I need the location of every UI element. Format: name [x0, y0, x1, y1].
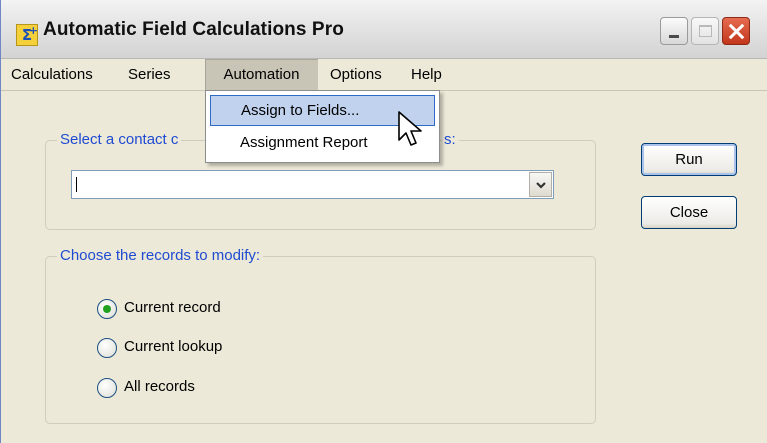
close-window-button[interactable] [722, 17, 750, 45]
radio-current-lookup-label: Current lookup [124, 338, 223, 355]
app-window: Σ + Automatic Field Calculations Pro Calc… [0, 0, 767, 443]
menu-automation[interactable]: Automation [205, 59, 318, 90]
sigma-plus-icon: Σ + [16, 24, 38, 46]
mouse-pointer-icon [398, 111, 422, 146]
menu-bar: Calculations Series Automation Options H… [1, 59, 767, 91]
close-button[interactable]: Close [641, 196, 737, 229]
run-button[interactable]: Run [641, 143, 737, 176]
menu-options[interactable]: Options [330, 59, 400, 90]
text-caret [76, 177, 77, 192]
records-group-legend: Choose the records to modify: [57, 247, 264, 264]
menu-series[interactable]: Series [128, 59, 188, 90]
maximize-button[interactable] [691, 17, 719, 45]
minimize-button[interactable] [660, 17, 688, 45]
radio-current-record[interactable] [97, 299, 117, 319]
menu-help[interactable]: Help [411, 59, 451, 90]
contact-group-legend-start: Select a contact c [57, 131, 182, 148]
menu-calculations[interactable]: Calculations [11, 59, 117, 90]
title-bar[interactable]: Σ + Automatic Field Calculations Pro [1, 0, 767, 59]
radio-all-records[interactable] [97, 378, 117, 398]
radio-current-lookup[interactable] [97, 338, 117, 358]
contact-combo-box[interactable] [71, 170, 554, 199]
contact-group-legend-end: s: [442, 131, 459, 148]
chevron-down-icon[interactable] [529, 172, 552, 197]
window-title: Automatic Field Calculations Pro [43, 19, 344, 40]
radio-current-record-label: Current record [124, 299, 221, 316]
radio-all-records-label: All records [124, 378, 195, 395]
